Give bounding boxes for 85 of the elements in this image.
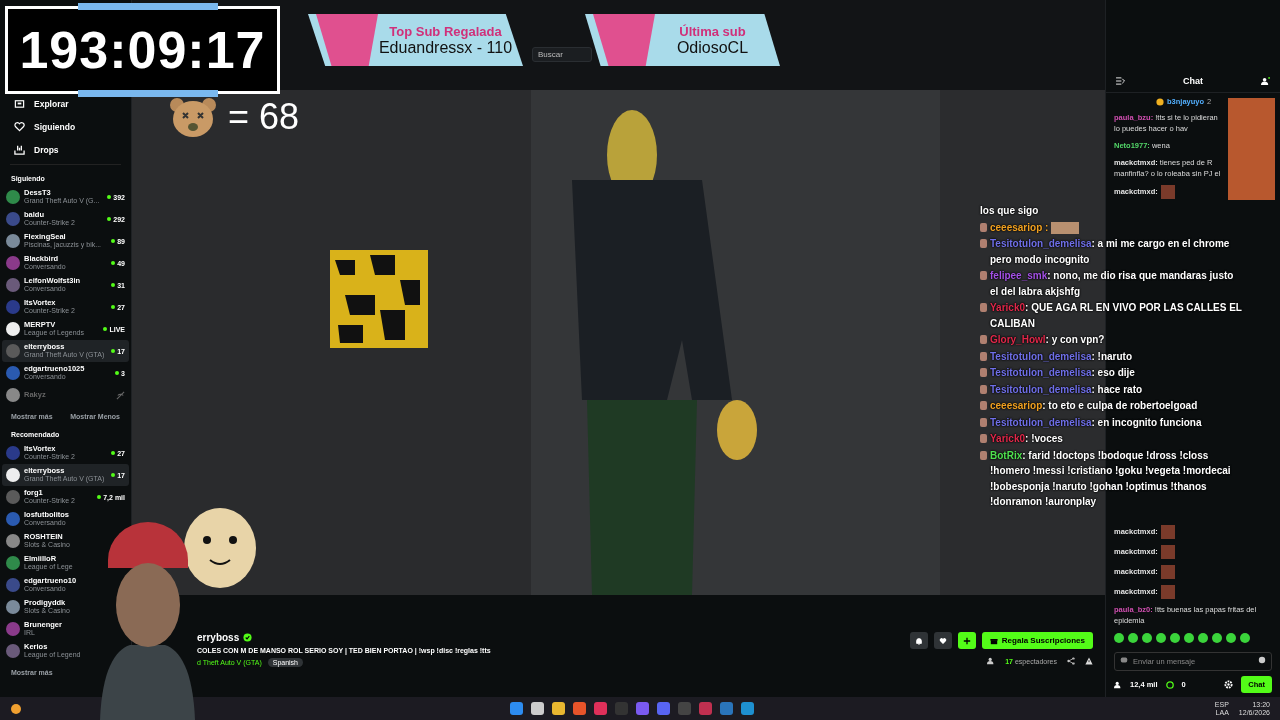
avatar bbox=[6, 234, 20, 248]
avatar bbox=[6, 300, 20, 314]
avatar bbox=[6, 190, 20, 204]
avatar bbox=[6, 278, 20, 292]
users-icon bbox=[1114, 680, 1122, 689]
gift-subscriptions-button[interactable]: Regala Suscripciones bbox=[981, 632, 1093, 649]
banner-title: Top Sub Regalada bbox=[389, 23, 502, 39]
search-field[interactable]: Buscar bbox=[532, 47, 592, 62]
emote-image bbox=[1160, 185, 1175, 200]
follow-button[interactable] bbox=[933, 632, 952, 649]
users-icon[interactable] bbox=[1261, 76, 1270, 86]
avatar bbox=[6, 600, 20, 614]
avatar bbox=[6, 446, 20, 460]
avatar bbox=[6, 578, 20, 592]
gift-icon bbox=[989, 636, 998, 645]
avatar bbox=[6, 556, 20, 570]
coin-icon bbox=[1156, 97, 1164, 106]
avatar bbox=[6, 256, 20, 270]
emote-image bbox=[1160, 585, 1175, 600]
overlay-chat-message: ceeesariop : bbox=[990, 220, 1049, 235]
overlay-chat-message: Glory_Howl: y con vpn? bbox=[990, 333, 1105, 347]
app-icon[interactable] bbox=[720, 702, 733, 715]
avatar bbox=[6, 644, 20, 658]
overlay-chat-message: Yarick0: !voces bbox=[990, 432, 1063, 446]
emote-image bbox=[1160, 545, 1175, 560]
collapse-icon[interactable] bbox=[1116, 77, 1125, 85]
heart-icon bbox=[14, 121, 25, 132]
counter-value: = 68 bbox=[228, 96, 300, 138]
app-icon[interactable] bbox=[552, 702, 565, 715]
overlay-chat-message: Tesitotulon_demelisa: !naruto bbox=[990, 349, 1133, 364]
points-icon bbox=[1165, 680, 1174, 689]
settings-icon[interactable] bbox=[1224, 680, 1234, 689]
emoji-icon[interactable] bbox=[1258, 655, 1266, 664]
heart-icon bbox=[938, 636, 947, 645]
overlay-chat-message: ceeesariop: to eto e culpa de robertoelgoad bbox=[990, 399, 1198, 413]
overlay-chat-message: los que sigo bbox=[980, 204, 1039, 218]
avatar bbox=[6, 366, 20, 380]
avatar bbox=[6, 534, 20, 548]
app-icon[interactable] bbox=[636, 702, 649, 715]
notification-button[interactable] bbox=[909, 632, 928, 649]
avatar bbox=[6, 512, 20, 526]
overlay-chat-message: Yarick0: QUE AGA RL EN VIVO POR LAS CALLES EL CALIBAN bbox=[990, 301, 1242, 331]
overlay-chat-message: Tesitotulon_demelisa: a mi me cargo en el chrome pero modo incognito bbox=[990, 237, 1231, 267]
app-icon[interactable] bbox=[531, 702, 544, 715]
overlay-chat-message: felipee_smk: nono, me dio risa que mandaras justo el del labra akjshfg bbox=[990, 269, 1235, 299]
overlay-chat-message: Tesitotulon_demelisa: en incognito funciona bbox=[990, 415, 1202, 430]
banner-title: Última sub bbox=[679, 23, 746, 39]
app-icon[interactable] bbox=[657, 702, 670, 715]
app-icon[interactable] bbox=[510, 702, 523, 715]
overlay-chat-message: Tesitotulon_demelisa: eso dije bbox=[990, 366, 1135, 380]
avatar bbox=[6, 490, 20, 504]
badge-icon bbox=[980, 271, 987, 280]
tv-icon bbox=[14, 98, 25, 109]
banner-value: Eduandressx - 110 bbox=[378, 38, 513, 57]
plus-icon bbox=[962, 636, 971, 645]
sun-icon bbox=[10, 702, 22, 715]
warning-icon[interactable] bbox=[1085, 657, 1093, 665]
chat-icon bbox=[1120, 655, 1128, 664]
avatar bbox=[6, 388, 20, 402]
app-icon[interactable] bbox=[594, 702, 607, 715]
chat-title: Chat bbox=[1183, 76, 1203, 86]
bell-icon bbox=[914, 636, 923, 645]
avatar bbox=[6, 622, 20, 636]
avatar bbox=[6, 212, 20, 226]
badge-icon bbox=[980, 303, 987, 312]
avatar bbox=[6, 344, 20, 358]
countdown-timer: 193:09:17 bbox=[19, 20, 266, 80]
avatar bbox=[6, 468, 20, 482]
banner-value: OdiosoCL bbox=[676, 38, 749, 57]
nav-item[interactable]: Drops bbox=[0, 138, 131, 161]
drops-icon bbox=[14, 144, 25, 155]
app-icon[interactable] bbox=[741, 702, 754, 715]
emote-image bbox=[1160, 525, 1175, 540]
avatar bbox=[6, 322, 20, 336]
share-icon[interactable] bbox=[1067, 657, 1075, 665]
teddy-bear-icon bbox=[168, 96, 218, 138]
emote-image bbox=[1160, 565, 1175, 580]
overlay-chat-message: BotRix: farid !doctops !bodoque !dross !closs !homero !messi !cristiano !goku !vegeta !mordecai !bobesponja !naruto !gohan !optimus !thanos !donramon !auronplay bbox=[990, 448, 1232, 509]
overlay-chat-message: Tesitotulon_demelisa: hace rato bbox=[990, 382, 1143, 397]
nav-item[interactable]: Explorar bbox=[0, 92, 131, 115]
users-icon bbox=[987, 657, 996, 665]
nav-item[interactable]: Siguiendo bbox=[0, 115, 131, 138]
subscribe-button[interactable] bbox=[957, 632, 976, 649]
app-icon[interactable] bbox=[573, 702, 586, 715]
channel-name: erryboss bbox=[197, 632, 240, 643]
